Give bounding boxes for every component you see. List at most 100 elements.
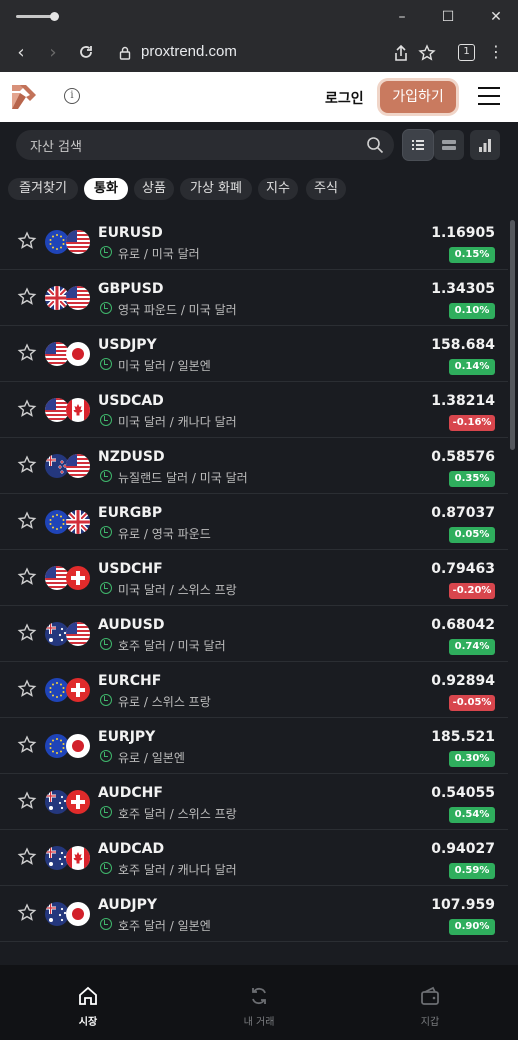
hamburger-menu-icon[interactable] xyxy=(478,87,500,107)
instrument-description: 호주 달러 / 미국 달러 xyxy=(118,639,226,653)
change-badge: 0.10% xyxy=(449,303,495,319)
change-badge: 0.54% xyxy=(449,807,495,823)
tab-indices[interactable]: 지수 xyxy=(258,178,298,200)
instrument-row[interactable]: AUDJPY 호주 달러 / 일본엔 107.959 0.90% xyxy=(0,886,508,942)
instrument-description: 유로 / 스위스 프랑 xyxy=(118,695,211,709)
search-placeholder: 자산 검색 xyxy=(30,140,82,155)
favorite-star-icon[interactable] xyxy=(17,791,37,811)
instrument-row[interactable]: EURUSD 유로 / 미국 달러 1.16905 0.15% xyxy=(0,214,508,270)
instrument-price: 0.54055 xyxy=(431,785,495,801)
instrument-price: 1.38214 xyxy=(431,393,495,409)
share-icon[interactable] xyxy=(393,44,409,62)
bookmark-star-icon[interactable] xyxy=(418,44,436,62)
market-open-clock-icon xyxy=(100,302,112,314)
quote-currency-flag-icon xyxy=(66,622,90,646)
favorite-star-icon[interactable] xyxy=(17,343,37,363)
url-field[interactable]: proxtrend.com xyxy=(141,43,237,60)
login-link[interactable]: 로그인 xyxy=(325,88,364,108)
tab-currency[interactable]: 통화 xyxy=(84,178,128,200)
home-icon xyxy=(79,986,97,1005)
favorite-star-icon[interactable] xyxy=(17,511,37,531)
window-titlebar: – ☐ ✕ xyxy=(0,0,518,34)
change-badge: -0.20% xyxy=(449,583,495,599)
instrument-description: 호주 달러 / 스위스 프랑 xyxy=(118,807,237,821)
instrument-symbol: EURGBP xyxy=(98,505,163,521)
favorite-star-icon[interactable] xyxy=(17,903,37,923)
tab-stocks[interactable]: 주식 xyxy=(306,178,346,200)
market-content: 자산 검색 즐겨찾기 통화 상품 가상 화폐 지수 주식 EURUSD 유로 / … xyxy=(0,122,518,965)
search-icon[interactable] xyxy=(366,136,384,154)
instrument-description: 미국 달러 / 일본엔 xyxy=(118,359,211,373)
instrument-description: 호주 달러 / 일본엔 xyxy=(118,919,211,933)
reload-icon xyxy=(80,46,92,58)
chart-view-button[interactable] xyxy=(470,130,500,160)
favorite-star-icon[interactable] xyxy=(17,847,37,867)
instrument-row[interactable]: NZDUSD 뉴질랜드 달러 / 미국 달러 0.58576 0.35% xyxy=(0,438,508,494)
instrument-row[interactable]: USDCHF 미국 달러 / 스위스 프랑 0.79463 -0.20% xyxy=(0,550,508,606)
tab-commodities[interactable]: 상품 xyxy=(134,178,174,200)
instrument-row[interactable]: USDCAD 미국 달러 / 캐나다 달러 1.38214 -0.16% xyxy=(0,382,508,438)
browser-menu-icon[interactable]: ⋮ xyxy=(488,42,504,61)
change-badge: 0.15% xyxy=(449,247,495,263)
quote-currency-flag-icon xyxy=(66,678,90,702)
change-badge: 0.74% xyxy=(449,639,495,655)
maximize-button[interactable]: ☐ xyxy=(438,7,458,27)
market-open-clock-icon xyxy=(100,358,112,370)
list-scrollbar[interactable] xyxy=(510,220,515,450)
bar-chart-icon xyxy=(479,139,491,152)
quote-currency-flag-icon xyxy=(66,398,90,422)
tab-favorites[interactable]: 즐겨찾기 xyxy=(8,178,78,200)
instrument-symbol: USDCAD xyxy=(98,393,164,409)
instrument-price: 0.58576 xyxy=(431,449,495,465)
favorite-star-icon[interactable] xyxy=(17,287,37,307)
instrument-description: 영국 파운드 / 미국 달러 xyxy=(118,303,237,317)
close-window-button[interactable]: ✕ xyxy=(486,7,506,27)
change-badge: -0.16% xyxy=(449,415,495,431)
instrument-symbol: USDCHF xyxy=(98,561,163,577)
instrument-row[interactable]: AUDCHF 호주 달러 / 스위스 프랑 0.54055 0.54% xyxy=(0,774,508,830)
site-info-icon[interactable] xyxy=(119,46,131,60)
market-open-clock-icon xyxy=(100,862,112,874)
info-icon[interactable]: i xyxy=(64,88,80,104)
instrument-row[interactable]: EURCHF 유로 / 스위스 프랑 0.92894 -0.05% xyxy=(0,662,508,718)
reload-button[interactable] xyxy=(76,43,96,63)
forward-button[interactable]: › xyxy=(43,43,63,63)
favorite-star-icon[interactable] xyxy=(17,455,37,475)
instrument-row[interactable]: EURJPY 유로 / 일본엔 185.521 0.30% xyxy=(0,718,508,774)
instrument-price: 0.68042 xyxy=(431,617,495,633)
window-drag-handle[interactable] xyxy=(16,12,59,21)
favorite-star-icon[interactable] xyxy=(17,735,37,755)
instrument-symbol: EURJPY xyxy=(98,729,156,745)
instrument-row[interactable]: AUDCAD 호주 달러 / 캐나다 달러 0.94027 0.59% xyxy=(0,830,508,886)
favorite-star-icon[interactable] xyxy=(17,567,37,587)
instrument-row[interactable]: GBPUSD 영국 파운드 / 미국 달러 1.34305 0.10% xyxy=(0,270,508,326)
tab-crypto[interactable]: 가상 화폐 xyxy=(180,178,252,200)
back-button[interactable]: ‹ xyxy=(11,43,31,63)
tab-count-button[interactable]: 1 xyxy=(458,44,475,61)
instrument-price: 0.87037 xyxy=(431,505,495,521)
list-view-button[interactable] xyxy=(403,130,433,160)
refresh-icon xyxy=(252,987,266,1005)
favorite-star-icon[interactable] xyxy=(17,399,37,419)
brand-logo[interactable] xyxy=(8,81,40,113)
instrument-description: 뉴질랜드 달러 / 미국 달러 xyxy=(118,471,248,485)
instrument-symbol: EURUSD xyxy=(98,225,163,241)
favorite-star-icon[interactable] xyxy=(17,623,37,643)
instrument-row[interactable]: EURGBP 유로 / 영국 파운드 0.87037 0.05% xyxy=(0,494,508,550)
instrument-price: 1.34305 xyxy=(431,281,495,297)
favorite-star-icon[interactable] xyxy=(17,231,37,251)
nav-wallet-label: 지갑 xyxy=(420,1017,440,1028)
instrument-row[interactable]: USDJPY 미국 달러 / 일본엔 158.684 0.14% xyxy=(0,326,508,382)
favorite-star-icon[interactable] xyxy=(17,679,37,699)
list-icon xyxy=(412,140,424,150)
market-open-clock-icon xyxy=(100,806,112,818)
minimize-button[interactable]: – xyxy=(392,7,412,27)
signup-button[interactable]: 가입하기 xyxy=(380,81,456,113)
instrument-row[interactable]: AUDUSD 호주 달러 / 미국 달러 0.68042 0.74% xyxy=(0,606,508,662)
market-open-clock-icon xyxy=(100,414,112,426)
compact-view-button[interactable] xyxy=(434,130,464,160)
asset-search[interactable]: 자산 검색 xyxy=(16,130,394,160)
instrument-price: 107.959 xyxy=(431,897,495,913)
quote-currency-flag-icon xyxy=(66,454,90,478)
market-open-clock-icon xyxy=(100,526,112,538)
